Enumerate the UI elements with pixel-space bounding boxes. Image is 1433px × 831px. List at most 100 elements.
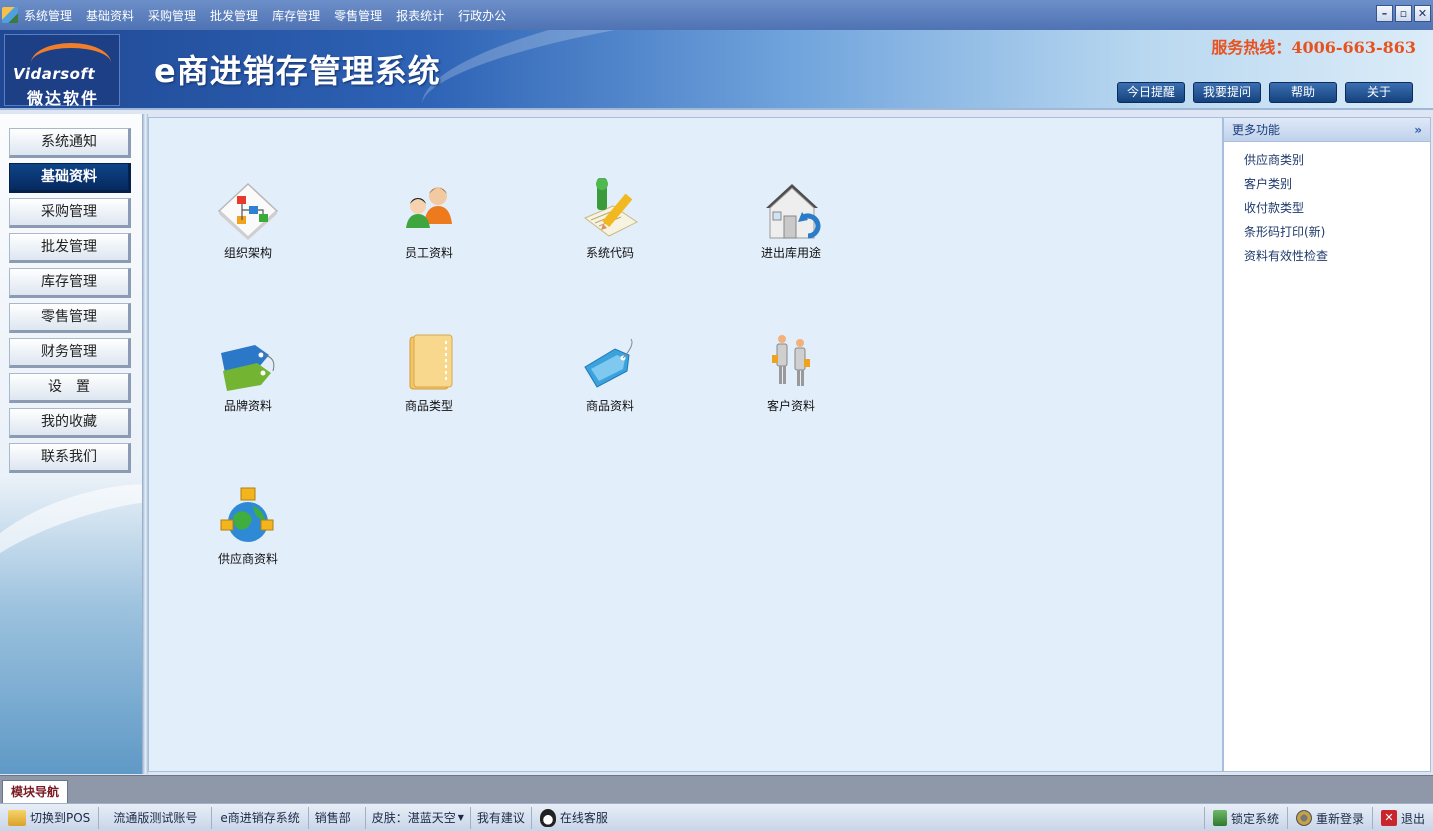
account-name-text: 流通版测试账号 — [113, 811, 198, 825]
qq-penguin-icon — [539, 808, 556, 827]
skin-selector[interactable]: 皮肤：湛蓝天空 ▼ — [366, 806, 471, 829]
help-button[interactable]: 帮助 — [1269, 82, 1337, 103]
relogin-label: 重新登录 — [1315, 811, 1364, 826]
department-name-text: 销售部 — [314, 811, 351, 825]
tile-supplier-data[interactable]: 供应商资料 — [193, 484, 303, 584]
more-functions-list: 供应商类别 客户类别 收付款类型 条形码打印(新) 资料有效性检查 — [1224, 142, 1430, 268]
close-button[interactable]: ✕ — [1414, 5, 1431, 22]
ask-question-button[interactable]: 我要提问 — [1193, 82, 1261, 103]
link-data-validity-check[interactable]: 资料有效性检查 — [1244, 244, 1430, 268]
skin-selector-label: 皮肤：湛蓝天空 — [371, 811, 456, 825]
tile-label: 商品资料 — [585, 399, 634, 413]
service-hotline: 服务热线：4006-663-863 — [1211, 38, 1416, 57]
link-barcode-print[interactable]: 条形码打印(新) — [1244, 220, 1430, 244]
left-navigation: 系统通知 基础资料 采购管理 批发管理 库存管理 零售管理 财务管理 设 置 我… — [0, 114, 143, 774]
minimize-button[interactable]: – — [1376, 5, 1393, 22]
module-panel: 组织架构 员工资料 系统代码 进出库用途 品牌资料 商品类型 商品资料 客户资料… — [148, 117, 1223, 772]
lock-system-icon — [1212, 810, 1227, 826]
folder-pos-icon — [8, 809, 26, 826]
more-functions-header: 更多功能 » — [1224, 118, 1430, 142]
tab-module-navigation[interactable]: 模块导航 — [2, 780, 68, 804]
nav-contact-us[interactable]: 联系我们 — [9, 443, 131, 473]
tile-employee-data[interactable]: 员工资料 — [374, 178, 484, 278]
nav-basic-data[interactable]: 基础资料 — [9, 163, 131, 193]
customers-icon — [758, 331, 824, 397]
system-name: e商进销存系统 — [212, 806, 309, 829]
switch-to-pos-label: 切换到POS — [30, 811, 91, 825]
tile-product-data[interactable]: 商品资料 — [555, 331, 665, 431]
chevron-down-icon: ▼ — [457, 813, 464, 822]
menu-item-system[interactable]: 系统管理 — [24, 7, 72, 24]
nav-purchase[interactable]: 采购管理 — [9, 198, 131, 228]
account-name: 流通版测试账号 — [99, 806, 213, 829]
nav-wholesale[interactable]: 批发管理 — [9, 233, 131, 263]
nav-decoration — [0, 456, 142, 652]
menu-item-retail[interactable]: 零售管理 — [334, 7, 382, 24]
status-bar: 切换到POS 流通版测试账号 e商进销存系统 销售部 皮肤：湛蓝天空 ▼ 我有建… — [0, 803, 1433, 831]
tile-label: 商品类型 — [404, 399, 453, 413]
lock-system-label: 锁定系统 — [1230, 811, 1279, 826]
tile-label: 进出库用途 — [760, 246, 821, 260]
nav-inventory[interactable]: 库存管理 — [9, 268, 131, 298]
nav-system-notice[interactable]: 系统通知 — [9, 128, 131, 158]
menu-item-office[interactable]: 行政办公 — [458, 7, 506, 24]
suppliers-globe-icon — [215, 484, 281, 550]
menu-item-reports[interactable]: 报表统计 — [396, 7, 444, 24]
tile-org-structure[interactable]: 组织架构 — [193, 178, 303, 278]
system-name-text: e商进销存系统 — [220, 811, 300, 825]
lock-system-button[interactable]: 锁定系统 — [1203, 807, 1287, 829]
exit-button[interactable]: ✕ 退出 — [1371, 807, 1433, 829]
banner-decoration — [413, 30, 1127, 108]
org-chart-icon — [215, 178, 281, 244]
tile-label: 品牌资料 — [223, 399, 272, 413]
logo-text-cn: 微达软件 — [27, 89, 100, 108]
switch-to-pos-button[interactable]: 切换到POS — [0, 806, 100, 829]
nav-settings[interactable]: 设 置 — [9, 373, 131, 403]
company-logo: Vidarsoft 微达软件 — [4, 34, 120, 108]
tile-system-code[interactable]: 系统代码 — [555, 178, 665, 278]
header-buttons: 今日提醒 我要提问 帮助 关于 — [1117, 82, 1413, 103]
status-bar-right: 锁定系统 重新登录 ✕ 退出 — [1203, 807, 1433, 829]
nav-retail[interactable]: 零售管理 — [9, 303, 131, 333]
menu-item-inventory[interactable]: 库存管理 — [272, 7, 320, 24]
system-code-icon — [577, 178, 643, 244]
restore-button[interactable]: ▫ — [1395, 5, 1412, 22]
link-supplier-category[interactable]: 供应商类别 — [1244, 148, 1430, 172]
module-tab-strip: 模块导航 — [0, 775, 1433, 804]
menu-item-basic-data[interactable]: 基础资料 — [86, 7, 134, 24]
department-name: 销售部 — [309, 806, 366, 829]
menu-bar: 系统管理 基础资料 采购管理 批发管理 库存管理 零售管理 报表统计 行政办公 … — [0, 0, 1433, 30]
suggestion-button[interactable]: 我有建议 — [471, 806, 532, 829]
folder-icon — [396, 331, 462, 397]
menu-item-wholesale[interactable]: 批发管理 — [210, 7, 258, 24]
tile-label: 供应商资料 — [217, 552, 278, 566]
nav-finance[interactable]: 财务管理 — [9, 338, 131, 368]
online-service-button[interactable]: 在线客服 — [532, 807, 616, 829]
tile-product-type[interactable]: 商品类型 — [374, 331, 484, 431]
window-controls: – ▫ ✕ — [1376, 5, 1431, 22]
tile-warehouse-usage[interactable]: 进出库用途 — [736, 178, 846, 278]
online-service-label: 在线客服 — [559, 811, 608, 825]
link-payment-type[interactable]: 收付款类型 — [1244, 196, 1430, 220]
link-customer-category[interactable]: 客户类别 — [1244, 172, 1430, 196]
warehouse-house-icon — [758, 178, 824, 244]
tile-label: 客户资料 — [766, 399, 815, 413]
menu-item-purchase[interactable]: 采购管理 — [148, 7, 196, 24]
header-banner: Vidarsoft 微达软件 e商进销存管理系统 服务热线：4006-663-8… — [0, 30, 1433, 110]
tile-customer-data[interactable]: 客户资料 — [736, 331, 846, 431]
nav-favorites[interactable]: 我的收藏 — [9, 408, 131, 438]
suggestion-label: 我有建议 — [476, 811, 525, 825]
logo-text-en: Vidarsoft — [13, 65, 96, 83]
relogin-icon — [1295, 810, 1312, 826]
app-title: e商进销存管理系统 — [154, 52, 441, 90]
collapse-chevron-icon[interactable]: » — [1414, 118, 1422, 142]
tile-brand-data[interactable]: 品牌资料 — [193, 331, 303, 431]
product-tag-icon — [577, 331, 643, 397]
about-button[interactable]: 关于 — [1345, 82, 1413, 103]
today-reminder-button[interactable]: 今日提醒 — [1117, 82, 1185, 103]
tile-label: 系统代码 — [585, 246, 634, 260]
exit-label: 退出 — [1400, 811, 1425, 826]
relogin-button[interactable]: 重新登录 — [1286, 807, 1372, 829]
app-icon — [2, 7, 18, 23]
more-functions-title: 更多功能 — [1232, 123, 1281, 137]
